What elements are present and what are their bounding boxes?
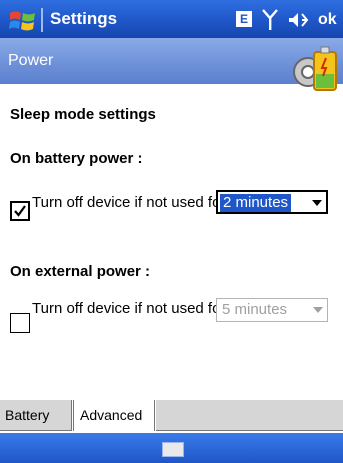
battery-sleep-checkbox[interactable]	[10, 201, 30, 221]
title-bar: Settings E ok	[0, 0, 343, 38]
external-power-heading: On external power :	[10, 263, 151, 280]
antenna-icon[interactable]	[262, 9, 278, 31]
external-checkbox-label: Turn off device if not used for	[32, 300, 226, 317]
bottom-menu-bar	[0, 433, 343, 463]
power-settings-icon	[293, 46, 337, 91]
battery-power-heading: On battery power :	[10, 150, 143, 167]
external-sleep-checkbox[interactable]	[10, 313, 30, 333]
app-title: Settings	[50, 9, 118, 28]
e-notification-icon[interactable]: E	[236, 11, 252, 27]
battery-checkbox-label: Turn off device if not used for	[32, 194, 226, 211]
windows-start-icon[interactable]	[8, 7, 38, 33]
battery-timeout-select[interactable]: 2 minutes	[216, 190, 328, 214]
chevron-down-icon	[313, 307, 323, 313]
volume-icon[interactable]	[287, 11, 309, 29]
tab-strip-filler	[156, 400, 343, 431]
external-timeout-value: 5 minutes	[222, 301, 288, 318]
tab-advanced[interactable]: Advanced	[73, 400, 155, 431]
page-title: Power	[8, 52, 54, 69]
keyboard-icon[interactable]	[162, 442, 184, 457]
chevron-down-icon	[312, 200, 322, 206]
external-timeout-select[interactable]: 5 minutes	[216, 298, 328, 322]
tab-battery[interactable]: Battery	[0, 400, 72, 431]
title-separator	[41, 8, 43, 32]
ok-button[interactable]: ok	[318, 6, 343, 34]
battery-timeout-value: 2 minutes	[220, 194, 292, 212]
sleep-mode-heading: Sleep mode settings	[10, 106, 156, 123]
checkmark-icon	[14, 205, 26, 217]
